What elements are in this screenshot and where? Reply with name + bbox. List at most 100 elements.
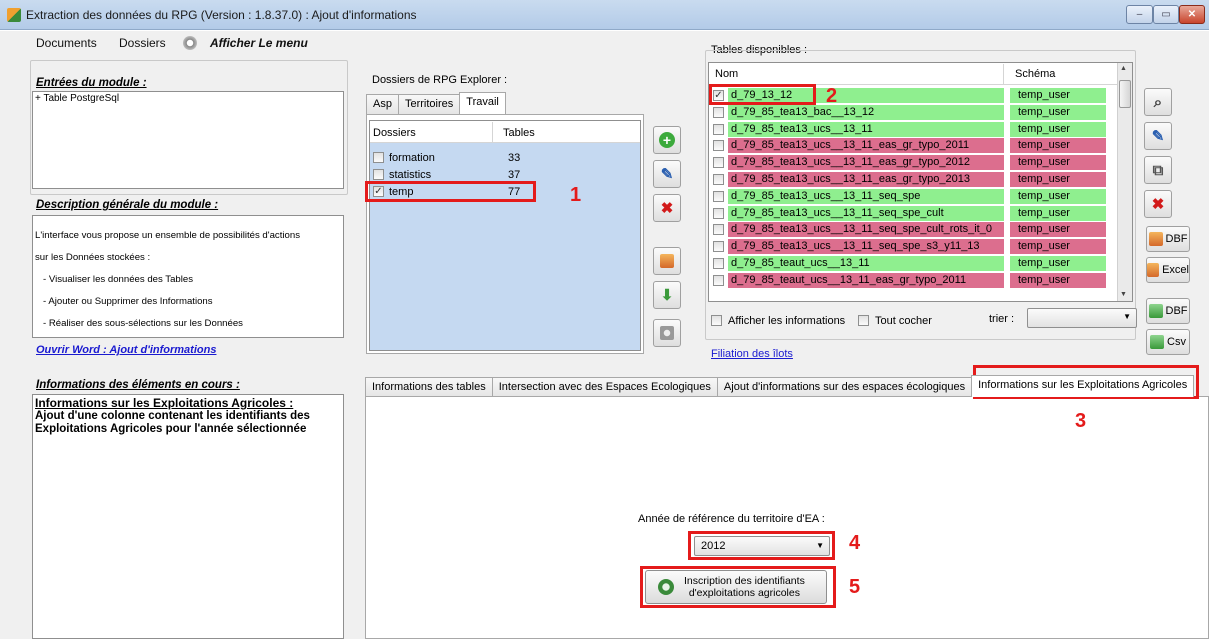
window-title: Extraction des données du RPG (Version :… — [26, 8, 417, 22]
entrees-item[interactable]: + Table PostgreSql — [35, 93, 119, 104]
tab-travail[interactable]: Travail — [459, 92, 506, 114]
tout-cocher-row[interactable]: Tout cocher — [858, 313, 932, 328]
checkbox[interactable] — [858, 315, 869, 326]
table-row[interactable]: d_79_85_teaut_ucs__13_11 temp_user — [713, 256, 1106, 271]
checkbox[interactable] — [713, 157, 724, 169]
table-row[interactable]: d_79_85_tea13_bac__13_12 temp_user — [713, 104, 1106, 120]
tab-asp[interactable]: Asp — [366, 94, 399, 114]
tab-intersection[interactable]: Intersection avec des Espaces Ecologique… — [491, 377, 718, 397]
maximize-button[interactable]: ▭ — [1153, 5, 1179, 24]
settings-icon[interactable] — [653, 319, 681, 347]
filiation-link[interactable]: Filiation des îlots — [711, 348, 793, 360]
scroll-thumb[interactable] — [1119, 80, 1131, 108]
export-icon[interactable] — [653, 247, 681, 275]
scroll-down-icon[interactable]: ▼ — [1120, 291, 1127, 298]
table-row[interactable]: d_79_85_teaut_ucs__13_11_eas_gr_typo_201… — [713, 272, 1106, 288]
import-dbf-button[interactable]: DBF — [1146, 298, 1190, 324]
checkbox[interactable] — [713, 258, 724, 269]
import-csv-button[interactable]: Csv — [1146, 329, 1190, 355]
button-label: Csv — [1167, 336, 1186, 348]
button-label: Excel — [1162, 264, 1189, 276]
checkbox[interactable] — [713, 174, 724, 185]
description-title: Description générale du module : — [36, 199, 219, 211]
col-dossiers[interactable]: Dossiers — [373, 127, 416, 139]
entrees-list[interactable] — [32, 91, 344, 189]
table-name: d_79_85_tea13_ucs__13_11_seq_spe_cult_ro… — [728, 222, 1004, 238]
dossier-row-statistics[interactable]: statistics 37 — [373, 167, 520, 182]
tables-header — [709, 63, 1117, 85]
highlight-box-5 — [640, 566, 836, 608]
edit-icon[interactable]: ✎ — [653, 160, 681, 188]
table-name: d_79_85_teaut_ucs__13_11_eas_gr_typo_201… — [728, 272, 1004, 288]
table-row[interactable]: d_79_85_tea13_ucs__13_11_seq_spe temp_use… — [713, 188, 1106, 204]
table-name: d_79_85_tea13_ucs__13_11_seq_spe — [728, 188, 1004, 204]
checkbox[interactable] — [711, 315, 722, 326]
checkbox[interactable] — [713, 207, 724, 219]
tab-informations-tables[interactable]: Informations des tables — [365, 377, 493, 397]
trier-select[interactable]: ▼ — [1027, 308, 1137, 328]
delete-icon[interactable]: ✖ — [653, 194, 681, 222]
afficher-checkbox-row[interactable]: Afficher les informations — [711, 313, 845, 328]
tab-exploitations-agricoles[interactable]: Informations sur les Exploitations Agric… — [971, 375, 1195, 397]
table-schema: temp_user — [1010, 155, 1106, 171]
checkbox[interactable] — [373, 152, 384, 163]
copy-icon[interactable]: ⧉ — [1144, 156, 1172, 184]
table-row[interactable]: d_79_85_tea13_ucs__13_11_eas_gr_typo_201… — [713, 138, 1106, 154]
entrees-title: Entrées du module : — [36, 77, 147, 89]
table-schema: temp_user — [1010, 256, 1106, 271]
tab-territoires[interactable]: Territoires — [397, 94, 461, 114]
word-link[interactable]: Ouvrir Word : Ajout d'informations — [36, 344, 216, 356]
app-icon — [7, 8, 21, 22]
description-line: L'interface vous propose un ensemble de … — [35, 230, 300, 241]
table-row[interactable]: d_79_85_tea13_ucs__13_11 temp_user — [713, 121, 1106, 137]
scroll-up-icon[interactable]: ▲ — [1120, 65, 1127, 72]
tab-ajout-informations[interactable]: Ajout d'informations sur des espaces éco… — [716, 377, 973, 397]
menu-documents[interactable]: Documents — [36, 36, 97, 50]
table-row[interactable]: d_79_85_tea13_ucs__13_11_seq_spe_cult tem… — [713, 205, 1106, 221]
highlight-box-4 — [688, 531, 835, 560]
checkbox[interactable] — [713, 241, 724, 253]
col-schema[interactable]: Schéma — [1015, 68, 1055, 80]
import-icon — [1150, 335, 1165, 349]
col-nom[interactable]: Nom — [715, 68, 738, 80]
menu-afficher[interactable]: Afficher Le menu — [210, 36, 308, 50]
checkbox[interactable] — [713, 106, 724, 118]
checkbox[interactable] — [713, 123, 724, 135]
table-row[interactable]: d_79_85_tea13_ucs__13_11_eas_gr_typo_201… — [713, 155, 1106, 171]
table-row[interactable]: d_79_85_tea13_ucs__13_11_eas_gr_typo_201… — [713, 172, 1106, 187]
checkbox[interactable] — [713, 190, 724, 202]
annee-label: Année de référence du territoire d'EA : — [638, 513, 825, 525]
gear-icon[interactable] — [183, 36, 197, 50]
checkbox[interactable] — [713, 140, 724, 152]
dossier-count: 33 — [508, 151, 521, 164]
tables-scrollbar[interactable]: ▲ ▼ — [1117, 63, 1132, 301]
table-name: d_79_85_tea13_ucs__13_11 — [728, 121, 1004, 137]
table-schema: temp_user — [1010, 272, 1106, 288]
col-tables[interactable]: Tables — [503, 127, 535, 139]
download-icon[interactable]: ⬇ — [653, 281, 681, 309]
dossier-name: formation — [389, 151, 435, 164]
menu-dossiers[interactable]: Dossiers — [119, 36, 166, 50]
table-name: d_79_85_tea13_bac__13_12 — [728, 104, 1004, 120]
trier-label: trier : — [989, 313, 1015, 325]
description-text: L'interface vous propose un ensemble de … — [35, 219, 300, 340]
checkbox[interactable] — [713, 274, 724, 286]
add-icon[interactable]: + — [653, 126, 681, 154]
delete-table-icon[interactable]: ✖ — [1144, 190, 1172, 218]
table-row[interactable]: d_79_85_tea13_ucs__13_11_seq_spe_s3_y11_… — [713, 239, 1106, 255]
zoom-icon[interactable]: ⌕ — [1144, 88, 1172, 116]
export-excel-button[interactable]: Excel — [1146, 257, 1190, 283]
close-button[interactable]: ✕ — [1179, 5, 1205, 24]
callout-4: 4 — [849, 532, 861, 554]
edit-table-icon[interactable]: ✎ — [1144, 122, 1172, 150]
button-label: DBF — [1165, 305, 1188, 317]
description-line: - Réaliser des sous-sélections sur les D… — [35, 318, 243, 329]
import-icon — [1148, 304, 1163, 318]
dossier-row-formation[interactable]: formation 33 — [373, 150, 520, 165]
checkbox[interactable] — [373, 169, 384, 180]
minimize-button[interactable]: – — [1126, 5, 1153, 24]
checkbox[interactable] — [713, 224, 724, 236]
export-dbf-button[interactable]: DBF — [1146, 226, 1190, 252]
table-row[interactable]: d_79_85_tea13_ucs__13_11_seq_spe_cult_ro… — [713, 222, 1106, 238]
description-line: sur les Données stockées : — [35, 252, 151, 263]
